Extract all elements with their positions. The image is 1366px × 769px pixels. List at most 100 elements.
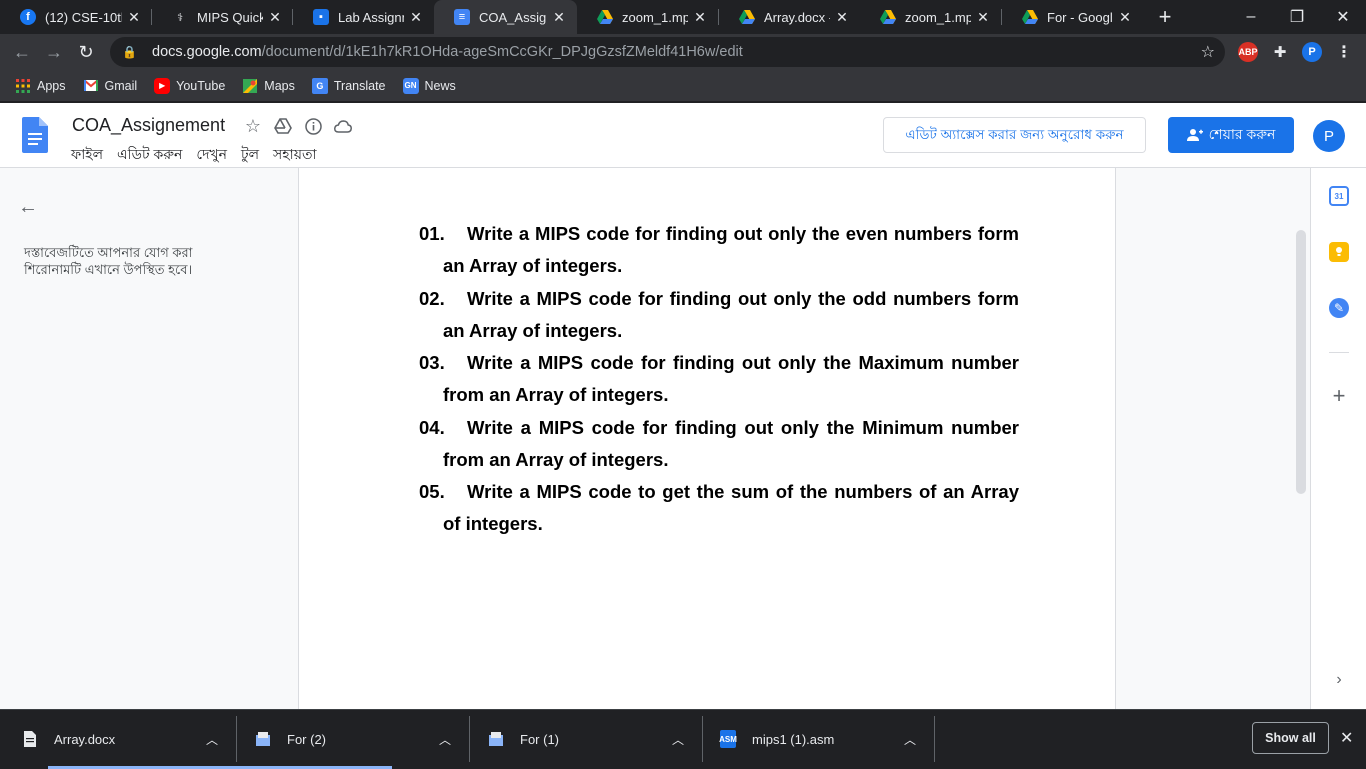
expand-panel-chevron-icon[interactable]: › <box>1329 670 1349 690</box>
account-avatar[interactable]: P <box>1313 120 1345 152</box>
back-arrow-icon[interactable]: ← <box>8 38 36 66</box>
close-icon[interactable]: ✕ <box>126 9 142 25</box>
tab-zoom-video[interactable]: zoom_1.mp4 - G ✕ <box>577 0 718 34</box>
tab-array-docx[interactable]: Array.docx - G ✕ <box>719 0 860 34</box>
close-icon[interactable]: ✕ <box>408 9 424 25</box>
lock-icon[interactable]: 🔒 <box>122 45 137 59</box>
download-item-array-docx[interactable]: Array.docx ︿ <box>22 717 234 761</box>
docs-logo-icon[interactable] <box>22 117 48 153</box>
chevron-up-icon[interactable]: ︿ <box>439 731 451 748</box>
add-addon-plus-icon[interactable]: + <box>1329 383 1349 408</box>
new-tab-plus-icon[interactable]: + <box>1142 0 1188 34</box>
window-close-icon[interactable]: ✕ <box>1320 0 1366 34</box>
download-item-mips-asm[interactable]: ASM mips1 (1).asm ︿ <box>719 717 932 761</box>
tab-coa-assignement[interactable]: ≡ COA_Assigneme ✕ <box>434 0 577 34</box>
maps-icon <box>242 78 258 94</box>
bookmark-star-icon[interactable]: ☆ <box>1201 42 1215 62</box>
bookmark-translate[interactable]: G Translate <box>311 77 386 94</box>
question-number: 02. <box>419 288 445 309</box>
tab-facebook[interactable]: f (12) CSE-10th B ✕ <box>0 0 152 34</box>
side-panel: 31 ✎ + › <box>1310 168 1366 709</box>
share-button[interactable]: শেয়ার করুন <box>1168 117 1294 153</box>
menu-edit[interactable]: এডিট করুন <box>117 143 182 167</box>
share-label: শেয়ার করুন <box>1208 126 1276 142</box>
asm-file-icon: ASM <box>719 730 737 748</box>
question-item: 03. Write a MIPS code for finding out onl… <box>419 347 1019 411</box>
address-bar[interactable]: 🔒 docs.google.com/document/d/1kE1h7kR1OH… <box>110 37 1225 67</box>
download-filename: For (2) <box>287 731 326 747</box>
keep-icon[interactable] <box>1329 242 1349 262</box>
chevron-up-icon[interactable]: ︿ <box>672 731 684 748</box>
outline-empty-hint: দস্তাবেজটিতে আপনার যোগ করা শিরোনামটি এখা… <box>24 245 193 277</box>
add-person-icon <box>1186 129 1203 141</box>
question-item: 01. Write a MIPS code for finding out onl… <box>419 218 1019 282</box>
profile-avatar[interactable]: P <box>1302 42 1322 62</box>
info-icon[interactable] <box>303 116 323 136</box>
move-to-drive-icon[interactable] <box>273 116 293 136</box>
question-text: Write a MIPS code for finding out only t… <box>467 417 1019 438</box>
tab-title: (12) CSE-10th B <box>45 9 122 25</box>
download-item-for-1[interactable]: For (1) ︿ <box>488 717 700 761</box>
vertical-scrollbar[interactable] <box>1296 230 1306 494</box>
bookmark-youtube[interactable]: ▶ YouTube <box>154 77 225 94</box>
download-item-for-2[interactable]: For (2) ︿ <box>255 717 467 761</box>
tab-title: Lab Assignmen <box>338 9 404 25</box>
tab-for-google-drive[interactable]: For - Google D ✕ <box>1002 0 1143 34</box>
generic-file-icon <box>488 730 504 748</box>
menu-file[interactable]: ফাইল <box>71 143 103 167</box>
menu-tools[interactable]: টুল <box>241 143 259 167</box>
cloud-saved-icon[interactable] <box>333 116 353 136</box>
tab-mips-quick-tutorial[interactable]: ⚕ MIPS Quick Tut ✕ <box>152 0 293 34</box>
translate-icon: G <box>311 77 328 94</box>
star-icon[interactable]: ☆ <box>243 116 263 136</box>
tab-lab-assignment[interactable]: ▪ Lab Assignmen ✕ <box>293 0 434 34</box>
close-downloads-icon[interactable]: ✕ <box>1340 728 1353 748</box>
outline-back-arrow-icon[interactable]: ← <box>18 196 38 219</box>
menu-view[interactable]: দেখুন <box>196 143 227 167</box>
minimize-icon[interactable]: – <box>1228 0 1274 34</box>
question-number: 03. <box>419 352 445 373</box>
document-page[interactable]: 01. Write a MIPS code for finding out onl… <box>298 168 1116 709</box>
bookmark-apps[interactable]: Apps <box>15 78 66 94</box>
chrome-menu-icon[interactable]: ⋮ <box>1334 42 1354 62</box>
close-icon[interactable]: ✕ <box>551 9 567 25</box>
calendar-icon[interactable]: 31 <box>1329 186 1349 206</box>
close-icon[interactable]: ✕ <box>975 9 991 25</box>
side-panel-divider <box>1329 352 1349 353</box>
request-edit-access-button[interactable]: এডিট অ্যাক্সেস করার জন্য অনুরোধ করুন <box>883 117 1146 153</box>
download-filename: Array.docx <box>54 731 116 747</box>
tab-zoom-video-2[interactable]: zoom_1.mp4 - ✕ <box>860 0 1001 34</box>
tasks-icon[interactable]: ✎ <box>1329 298 1349 318</box>
bookmark-news[interactable]: GN News <box>402 77 456 94</box>
close-icon[interactable]: ✕ <box>267 9 283 25</box>
close-icon[interactable]: ✕ <box>692 9 708 25</box>
docs-menu-bar: ফাইল এডিট করুন দেখুন টুল সহায়তা <box>71 143 331 167</box>
forward-arrow-icon[interactable]: → <box>40 38 68 66</box>
generic-file-icon <box>255 730 271 748</box>
document-outline-panel: ← দস্তাবেজটিতে আপনার যোগ করা শিরোনামটি এ… <box>0 168 298 709</box>
bookmark-maps[interactable]: Maps <box>242 78 295 94</box>
bookmark-gmail[interactable]: Gmail <box>83 78 137 94</box>
extensions-puzzle-icon[interactable]: ✚ <box>1270 42 1290 62</box>
tab-title: COA_Assigneme <box>479 9 547 25</box>
chevron-up-icon[interactable]: ︿ <box>904 731 916 748</box>
reload-icon[interactable]: ↻ <box>72 38 100 66</box>
show-all-downloads-button[interactable]: Show all <box>1252 722 1329 754</box>
chevron-up-icon[interactable]: ︿ <box>206 731 218 748</box>
drive-icon <box>597 9 613 25</box>
document-title[interactable]: COA_Assignement <box>72 115 225 136</box>
question-item: 04. Write a MIPS code for finding out onl… <box>419 412 1019 476</box>
bookmarks-bar: Apps Gmail ▶ YouTube Maps G Translate GN… <box>0 70 1366 102</box>
bookmark-label: Translate <box>333 78 386 93</box>
menu-help[interactable]: সহায়তা <box>273 143 316 167</box>
close-icon[interactable]: ✕ <box>834 9 850 25</box>
adblock-plus-icon[interactable]: ABP <box>1238 42 1258 62</box>
question-text-continued: of integers. <box>443 513 543 534</box>
question-number: 04. <box>419 417 445 438</box>
mips-icon: ⚕ <box>177 11 183 24</box>
restore-icon[interactable]: ❐ <box>1274 0 1320 34</box>
downloads-bar: Array.docx ︿ For (2) ︿ For (1) ︿ ASM mip… <box>0 709 1366 769</box>
close-icon[interactable]: ✕ <box>1117 9 1133 25</box>
document-file-icon <box>22 730 38 748</box>
question-text-continued: from an Array of integers. <box>443 384 669 405</box>
